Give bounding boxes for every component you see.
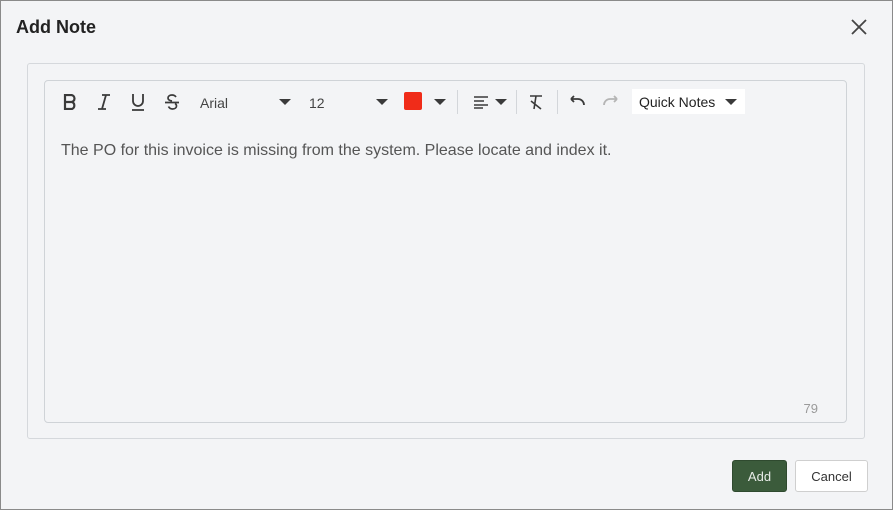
bold-button[interactable] [59,89,81,115]
clear-format-icon [530,95,542,110]
font-size-value: 12 [309,95,325,111]
chevron-down-icon [725,99,737,105]
clear-format-button[interactable] [525,89,547,115]
undo-button[interactable] [566,89,588,115]
align-button[interactable] [469,89,511,115]
cancel-button[interactable]: Cancel [795,460,868,492]
add-button[interactable]: Add [732,460,787,492]
chevron-down-icon [434,99,446,105]
redo-icon [603,95,618,106]
toolbar-divider [557,90,558,114]
quick-notes-select[interactable]: Quick Notes [632,89,745,114]
underline-icon [132,94,144,111]
font-family-value: Arial [200,95,229,111]
character-count: 79 [803,401,818,416]
undo-icon [570,95,585,106]
italic-icon [98,94,110,110]
dialog-title: Add Note [16,17,96,37]
text-color-swatch [404,92,422,110]
toolbar-divider [516,90,517,114]
editor-toolbar: Arial 12 Quick Notes [45,81,846,123]
note-text[interactable]: The PO for this invoice is missing from … [61,142,611,160]
close-icon [851,19,867,35]
add-note-dialog: Add Note Arial 12 Quick Notes The PO for… [0,0,893,510]
strikethrough-button[interactable] [161,89,183,115]
quick-notes-label: Quick Notes [639,94,716,110]
italic-button[interactable] [93,89,115,115]
chevron-down-icon [376,99,388,105]
rich-text-editor: Arial 12 Quick Notes The PO for this inv… [44,80,847,423]
align-left-icon [474,96,488,109]
close-button[interactable] [849,17,869,37]
bold-icon [63,94,76,110]
strikethrough-icon [165,94,179,110]
redo-button[interactable] [600,89,622,115]
toolbar-divider [457,90,458,114]
underline-button[interactable] [127,89,149,115]
chevron-down-icon [495,99,507,105]
note-panel: Arial 12 Quick Notes The PO for this inv… [27,63,865,439]
chevron-down-icon [279,99,291,105]
